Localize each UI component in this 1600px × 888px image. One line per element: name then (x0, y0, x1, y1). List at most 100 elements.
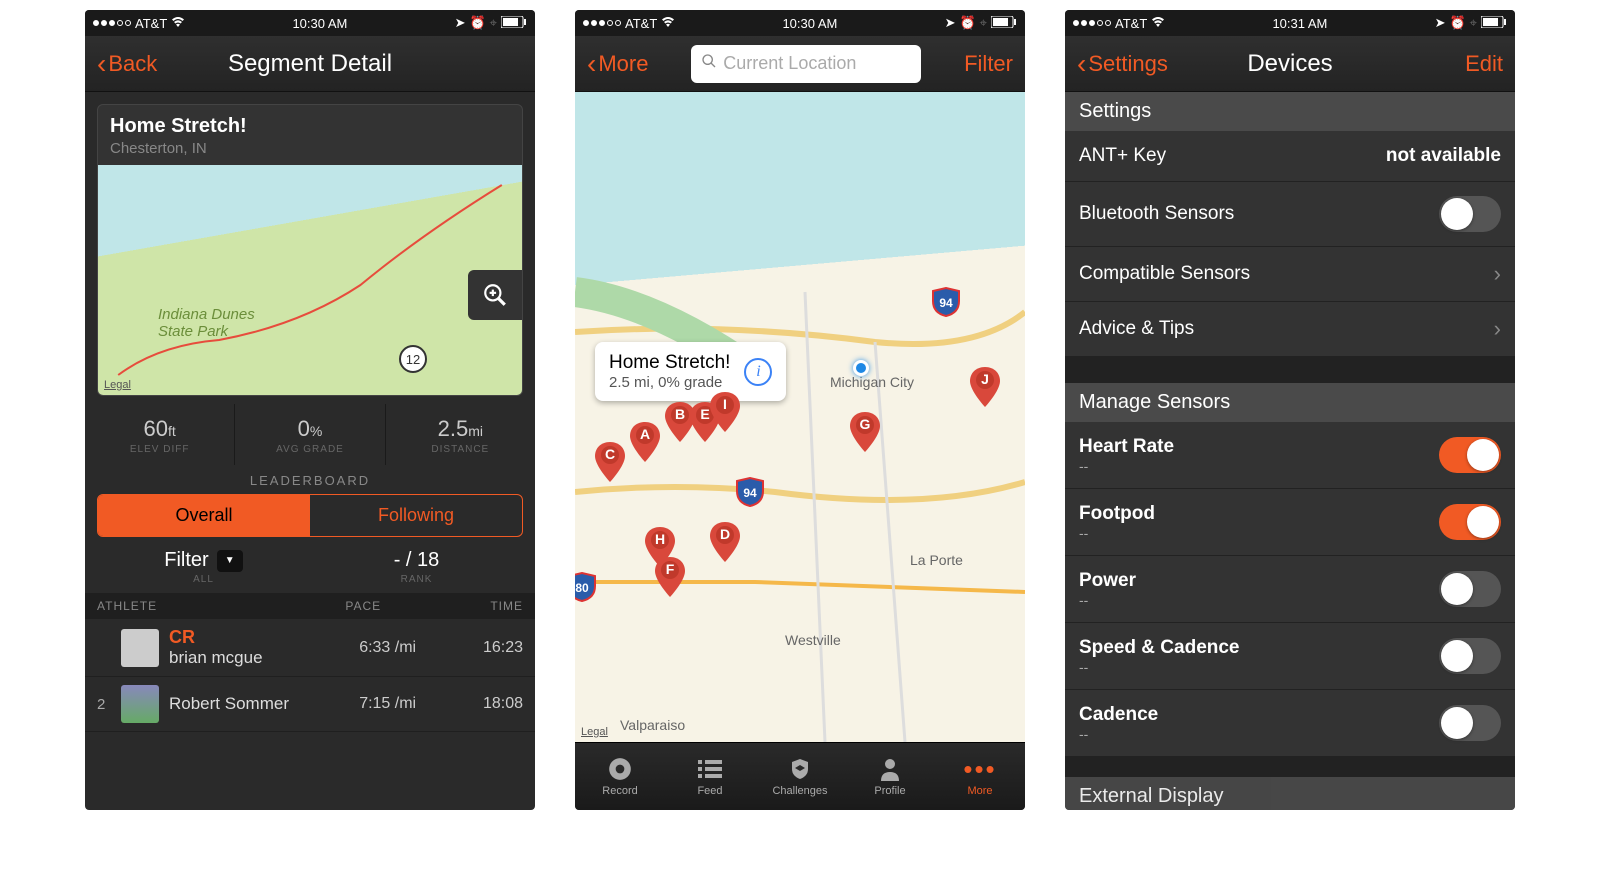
chevron-left-icon: ‹ (1077, 50, 1086, 78)
leaderboard-tabs: Overall Following (97, 494, 523, 537)
tab-profile[interactable]: Profile (845, 743, 935, 810)
toggle-speed-cadence[interactable] (1439, 638, 1501, 674)
row-footpod: Footpod-- (1065, 489, 1515, 556)
row-compatible-sensors[interactable]: Compatible Sensors › (1065, 247, 1515, 302)
athlete-name: brian mcgue (169, 648, 336, 668)
record-icon (607, 756, 633, 782)
row-bluetooth-sensors: Bluetooth Sensors (1065, 182, 1515, 247)
tab-following[interactable]: Following (310, 495, 522, 536)
filter-dropdown[interactable]: ▼ (217, 550, 243, 572)
toggle-cadence[interactable] (1439, 705, 1501, 741)
stat-elev-diff: 60ft ELEV DIFF (85, 404, 235, 465)
screen-devices-settings: AT&T 10:31 AM ➤ ⏰ ⌖ ‹ Settings Devices E… (1065, 10, 1515, 810)
row-ant-key[interactable]: ANT+ Key not available (1065, 131, 1515, 182)
nav-bar: ‹ Settings Devices Edit (1065, 36, 1515, 92)
section-external-display: External Display (1065, 777, 1515, 810)
city-label: Westville (785, 632, 841, 648)
filter-row: Filter ▼ ALL - / 18 RANK (85, 545, 535, 593)
tab-challenges[interactable]: Challenges (755, 743, 845, 810)
tab-overall[interactable]: Overall (98, 495, 310, 536)
interstate-shield: 80 (575, 572, 597, 602)
tab-record[interactable]: Record (575, 743, 665, 810)
city-label: La Porte (910, 552, 963, 568)
city-label: Valparaiso (620, 717, 685, 733)
bluetooth-icon: ⌖ (490, 15, 497, 31)
toggle-heart-rate[interactable] (1439, 437, 1501, 473)
map-legal-link[interactable]: Legal (581, 726, 608, 738)
map-pin[interactable]: D (710, 522, 740, 562)
screen-map-explore: AT&T 10:30 AM ➤ ⏰ ⌖ ‹ More Current Locat… (575, 10, 1025, 810)
shield-icon (788, 756, 812, 782)
filter-sublabel: ALL (97, 574, 310, 585)
carrier-label: AT&T (135, 16, 167, 31)
carrier-label: AT&T (1115, 16, 1147, 31)
chevron-left-icon: ‹ (97, 50, 106, 78)
chevron-left-icon: ‹ (587, 50, 596, 78)
location-icon: ➤ (945, 15, 956, 31)
back-button[interactable]: ‹ More (587, 50, 648, 78)
nav-bar: ‹ Back Segment Detail (85, 36, 535, 92)
tab-feed[interactable]: Feed (665, 743, 755, 810)
location-icon: ➤ (455, 15, 466, 31)
status-bar: AT&T 10:30 AM ➤ ⏰ ⌖ (85, 10, 535, 36)
route-marker: 12 (399, 345, 427, 373)
rank-label: RANK (310, 574, 523, 585)
segment-callout[interactable]: Home Stretch! 2.5 mi, 0% grade i (595, 342, 786, 401)
toggle-power[interactable] (1439, 571, 1501, 607)
avatar (121, 629, 159, 667)
tab-more[interactable]: ••• More (935, 743, 1025, 810)
back-label: Settings (1088, 51, 1168, 77)
stat-distance: 2.5mi DISTANCE (386, 404, 535, 465)
search-icon (701, 53, 717, 74)
signal-dots (93, 20, 131, 26)
nav-bar: ‹ More Current Location Filter (575, 36, 1025, 92)
row-cadence: Cadence-- (1065, 690, 1515, 757)
athlete-name: Robert Sommer (169, 694, 336, 714)
map-legal-link[interactable]: Legal (104, 379, 131, 391)
tab-bar: Record Feed Challenges Profile ••• More (575, 742, 1025, 810)
alarm-icon: ⏰ (469, 15, 485, 31)
leaderboard-heading: LEADERBOARD (85, 465, 535, 494)
stats-row: 60ft ELEV DIFF 0% AVG GRADE 2.5mi DISTAN… (85, 404, 535, 465)
chevron-right-icon: › (1494, 261, 1501, 287)
chevron-right-icon: › (1494, 316, 1501, 342)
alarm-icon: ⏰ (1449, 15, 1465, 31)
svg-text:94: 94 (939, 296, 953, 310)
battery-icon (991, 16, 1017, 31)
segment-map[interactable]: Indiana Dunes State Park 12 Legal (98, 165, 522, 395)
edit-button[interactable]: Edit (1465, 51, 1503, 77)
segment-name: Home Stretch! (110, 115, 510, 138)
svg-text:94: 94 (743, 486, 757, 500)
toggle-bluetooth[interactable] (1439, 196, 1501, 232)
segment-card: Home Stretch! Chesterton, IN Indiana Dun… (97, 104, 523, 396)
zoom-button[interactable] (468, 270, 522, 320)
location-icon: ➤ (1435, 15, 1446, 31)
cr-badge: CR (169, 627, 336, 648)
row-advice-tips[interactable]: Advice & Tips › (1065, 302, 1515, 357)
time-value: 18:08 (440, 695, 523, 713)
map-view[interactable]: Michigan City La Porte Westville Valpara… (575, 92, 1025, 742)
map-pin[interactable]: G (850, 412, 880, 452)
back-button[interactable]: ‹ Back (97, 50, 157, 78)
svg-text:80: 80 (575, 581, 589, 595)
stat-avg-grade: 0% AVG GRADE (235, 404, 385, 465)
map-pin[interactable]: H (645, 527, 675, 567)
map-pin[interactable]: J (970, 367, 1000, 407)
toggle-footpod[interactable] (1439, 504, 1501, 540)
filter-button[interactable]: Filter (964, 51, 1013, 77)
back-label: Back (108, 51, 157, 77)
leaderboard-row[interactable]: CR brian mcgue 6:33 /mi 16:23 (85, 619, 535, 677)
leaderboard-row[interactable]: 2 Robert Sommer 7:15 /mi 18:08 (85, 677, 535, 732)
info-icon[interactable]: i (744, 358, 772, 386)
current-location-dot (853, 360, 869, 376)
row-power: Power-- (1065, 556, 1515, 623)
back-button[interactable]: ‹ Settings (1077, 50, 1168, 78)
search-input[interactable]: Current Location (691, 45, 921, 83)
search-placeholder: Current Location (723, 53, 856, 74)
magnify-plus-icon (482, 282, 508, 308)
map-pin[interactable]: C (595, 442, 625, 482)
row-heart-rate: Heart Rate-- (1065, 422, 1515, 489)
map-pin[interactable]: A (630, 422, 660, 462)
list-icon (698, 756, 722, 782)
map-pin[interactable]: I (710, 392, 740, 432)
